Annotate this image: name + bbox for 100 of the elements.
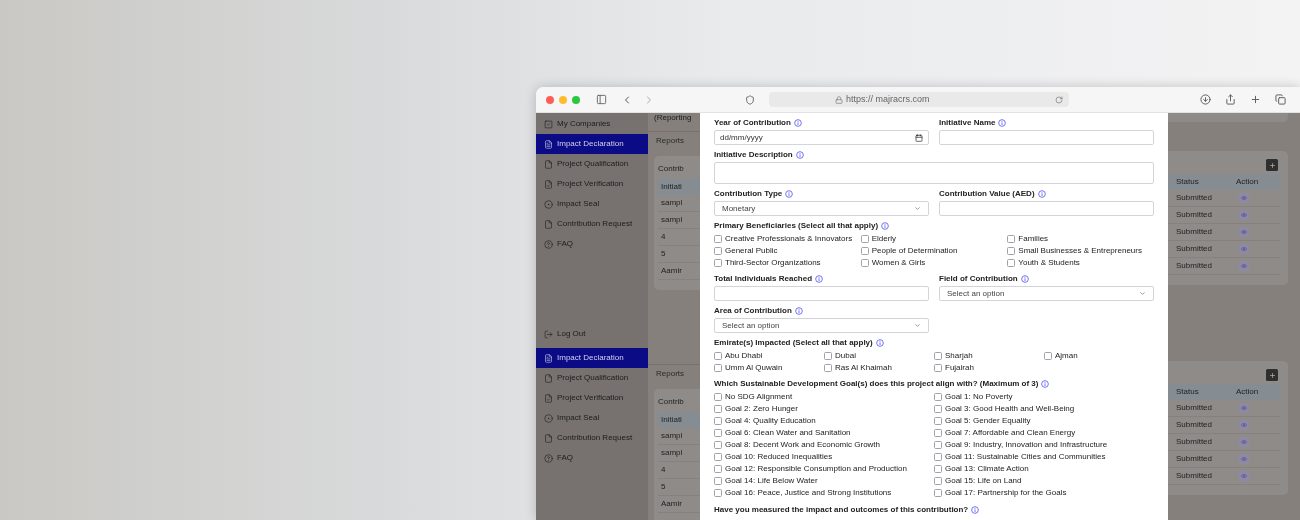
- checkbox[interactable]: [860, 259, 869, 267]
- info-icon: [971, 506, 980, 514]
- checkbox[interactable]: [934, 352, 942, 360]
- text-input-field[interactable]: [939, 201, 1154, 216]
- info-icon: [1037, 190, 1046, 198]
- checkbox[interactable]: [860, 247, 869, 255]
- sidebar-item-icon: [544, 329, 553, 339]
- add-button[interactable]: [1266, 159, 1278, 171]
- sidebar-item[interactable]: Log Out: [536, 324, 648, 344]
- checkbox[interactable]: [934, 405, 942, 413]
- checkbox[interactable]: [714, 393, 722, 401]
- column-header: Initiati: [661, 181, 682, 193]
- checkbox[interactable]: [934, 441, 942, 449]
- view-button[interactable]: [1239, 420, 1249, 430]
- reload-icon[interactable]: [1055, 95, 1063, 104]
- sidebar-item[interactable]: Project Verification: [536, 174, 648, 194]
- checkbox-label: Goal 8: Decent Work and Economic Growth: [725, 439, 881, 451]
- checkbox[interactable]: [714, 489, 722, 497]
- sidebar-item[interactable]: My Companies: [536, 114, 648, 134]
- text-input-field[interactable]: [939, 130, 1154, 145]
- view-button[interactable]: [1239, 403, 1249, 413]
- checkbox[interactable]: [714, 441, 722, 449]
- select-dropdown[interactable]: Select an option: [939, 286, 1154, 301]
- date-input-field[interactable]: dd/mm/yyyy: [714, 130, 929, 145]
- checkbox[interactable]: [1007, 235, 1016, 243]
- sidebar-item[interactable]: Project Qualification: [536, 154, 648, 174]
- shield-icon[interactable]: [745, 94, 755, 105]
- checkbox[interactable]: [824, 364, 832, 372]
- close-window-icon[interactable]: [546, 95, 554, 104]
- eye-icon: [1241, 439, 1247, 445]
- checkbox[interactable]: [714, 453, 722, 461]
- column-header: Initiati: [661, 414, 682, 426]
- checkbox[interactable]: [860, 235, 869, 243]
- checkbox[interactable]: [934, 465, 942, 473]
- sidebar-item[interactable]: FAQ: [536, 234, 648, 254]
- view-button[interactable]: [1239, 210, 1249, 220]
- checkbox[interactable]: [934, 453, 942, 461]
- checkbox[interactable]: [714, 417, 722, 425]
- sidebar-item[interactable]: Project Verification: [536, 388, 648, 408]
- checkbox[interactable]: [714, 465, 722, 473]
- sidebar-item[interactable]: Contribution Request: [536, 428, 648, 448]
- text-input-field[interactable]: [714, 286, 929, 301]
- view-button[interactable]: [1239, 471, 1249, 481]
- plus-icon: [1268, 161, 1276, 169]
- checkbox[interactable]: [1007, 247, 1016, 255]
- view-button[interactable]: [1239, 261, 1249, 271]
- info-icon: [785, 190, 794, 198]
- tab-label[interactable]: Reports: [648, 136, 700, 146]
- maximize-window-icon[interactable]: [572, 95, 580, 104]
- tab-label[interactable]: Reports: [648, 369, 700, 379]
- checkbox[interactable]: [714, 405, 722, 413]
- checkbox[interactable]: [934, 417, 942, 425]
- download-icon[interactable]: [1200, 94, 1211, 105]
- checkbox[interactable]: [714, 477, 722, 485]
- sidebar-item[interactable]: Impact Seal: [536, 194, 648, 214]
- view-button[interactable]: [1239, 437, 1249, 447]
- checkbox[interactable]: [934, 393, 942, 401]
- checkbox-label: Goal 10: Reduced Inequalities: [725, 451, 833, 463]
- address-bar[interactable]: https:// majracrs.com: [769, 92, 1069, 107]
- table-cell: 4: [661, 464, 666, 476]
- textarea-field[interactable]: [714, 162, 1154, 184]
- column-header: Status: [1176, 176, 1200, 188]
- checkbox[interactable]: [934, 489, 942, 497]
- checkbox[interactable]: [714, 247, 722, 255]
- select-dropdown[interactable]: Monetary: [714, 201, 929, 216]
- sidebar-item[interactable]: FAQ: [536, 448, 648, 468]
- checkbox[interactable]: [714, 364, 722, 372]
- checkbox[interactable]: [824, 352, 832, 360]
- checkbox[interactable]: [714, 352, 722, 360]
- sidebar-item[interactable]: Contribution Request: [536, 214, 648, 234]
- checkbox[interactable]: [714, 429, 722, 437]
- column-header: Status: [1176, 386, 1200, 398]
- status-cell-text: Submitted: [1176, 226, 1214, 238]
- checkbox-label: Goal 1: No Poverty: [945, 391, 1013, 403]
- sidebar-item[interactable]: Project Qualification: [536, 368, 648, 388]
- view-button[interactable]: [1239, 193, 1249, 203]
- view-button[interactable]: [1239, 244, 1249, 254]
- checkbox[interactable]: [1044, 352, 1052, 360]
- minimize-window-icon[interactable]: [559, 95, 567, 104]
- checkbox[interactable]: [714, 235, 722, 243]
- checkbox[interactable]: [1007, 259, 1016, 267]
- sidebar-item[interactable]: Impact Seal: [536, 408, 648, 428]
- sidebar-toggle-icon[interactable]: [596, 94, 607, 105]
- tabs-overview-icon[interactable]: [1275, 94, 1286, 105]
- sidebar-item[interactable]: Impact Declaration: [536, 134, 648, 154]
- new-tab-icon[interactable]: [1250, 94, 1261, 105]
- select-dropdown[interactable]: Select an option: [714, 318, 929, 333]
- add-button[interactable]: [1266, 369, 1278, 381]
- checkbox[interactable]: [934, 477, 942, 485]
- share-icon[interactable]: [1225, 94, 1236, 105]
- checkbox[interactable]: [934, 364, 942, 372]
- view-button[interactable]: [1239, 454, 1249, 464]
- checkbox-label: Goal 12: Responsible Consumption and Production: [725, 463, 907, 475]
- checkbox[interactable]: [714, 259, 722, 267]
- table-cell: sampl: [661, 197, 683, 209]
- checkbox-label: Third-Sector Organizations: [725, 257, 821, 269]
- view-button[interactable]: [1239, 227, 1249, 237]
- sidebar-item[interactable]: Impact Declaration: [536, 348, 648, 368]
- field-label: Total Individuals Reached: [714, 274, 813, 284]
- checkbox[interactable]: [934, 429, 942, 437]
